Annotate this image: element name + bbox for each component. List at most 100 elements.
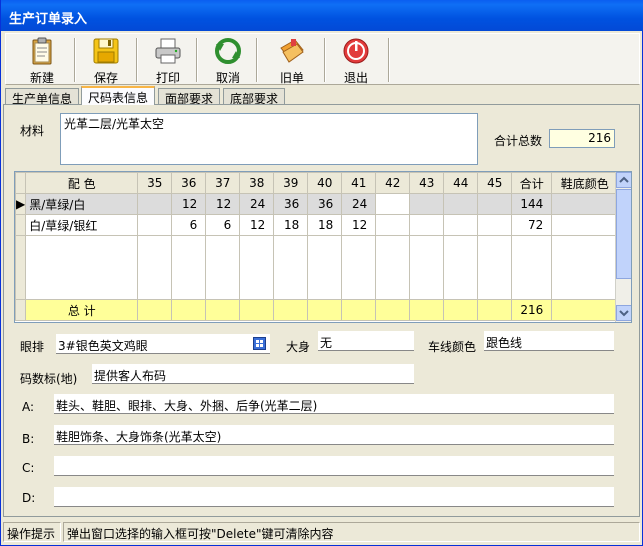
scroll-up-button[interactable]	[616, 172, 631, 188]
grand-total-field[interactable]: 216	[549, 129, 615, 148]
tab-sole-requirements[interactable]: 底部要求	[223, 88, 286, 106]
empty-cell	[443, 235, 479, 300]
thread-color-field[interactable]: 跟色线	[484, 331, 614, 351]
cell-size[interactable]	[477, 214, 513, 236]
order-entry-window: 生产订单录入 新建 保存 打印 取消 旧单 退出 生产单信息 尺码表信息 面部要…	[0, 0, 643, 546]
tab-label: 尺码表信息	[88, 91, 149, 105]
material-a-value: 鞋头、鞋胆、眼排、大身、外捆、后争(光革二层)	[56, 399, 318, 413]
cell-size[interactable]	[443, 214, 479, 236]
cell-size[interactable]	[409, 214, 445, 236]
cell-size[interactable]: 12	[205, 193, 241, 215]
grand-total-cell: 216	[511, 299, 553, 321]
cell-size[interactable]: 18	[273, 214, 309, 236]
size-grid[interactable]: 配 色 35 36 37 38 39 40 41 42 43 44 45 合计 …	[14, 171, 632, 323]
material-b-field[interactable]: 鞋胆饰条、大身饰条(光革太空)	[54, 425, 614, 445]
cell-size[interactable]: 12	[171, 193, 207, 215]
empty-cell	[551, 235, 619, 300]
cell-size[interactable]	[137, 214, 173, 236]
title-bar: 生产订单录入	[1, 0, 643, 31]
exit-button-label: 退出	[343, 71, 368, 85]
total-cell	[171, 299, 207, 321]
total-row: 总 计 216	[15, 299, 619, 321]
material-c-label: C:	[22, 461, 35, 475]
empty-cell	[273, 235, 309, 300]
body-field[interactable]: 无	[318, 331, 414, 351]
material-b-label: B:	[22, 432, 35, 446]
size-mark-value: 提供客人布码	[94, 369, 167, 383]
tab-upper-requirements[interactable]: 面部要求	[158, 88, 221, 106]
lookup-grid-icon	[256, 340, 263, 347]
new-button[interactable]: 新建	[14, 34, 70, 85]
total-cell	[205, 299, 241, 321]
print-button[interactable]: 打印	[140, 34, 196, 85]
cell-sole-color[interactable]	[551, 193, 619, 215]
old-order-button[interactable]: 旧单	[264, 34, 320, 85]
cell-color[interactable]: 白/草绿/银红	[25, 214, 139, 236]
total-cell	[443, 299, 479, 321]
thread-color-value: 跟色线	[486, 336, 523, 350]
col-header-40: 40	[307, 172, 343, 194]
tab-size-table[interactable]: 尺码表信息	[81, 86, 156, 105]
body-value: 无	[320, 336, 333, 350]
col-header-sole-color: 鞋底颜色	[551, 172, 619, 194]
cell-size[interactable]	[443, 193, 479, 215]
row-indicator	[15, 299, 27, 321]
eyelet-field[interactable]: 3#银色英文鸡眼	[56, 334, 270, 354]
material-input[interactable]: 光革二层/光革太空	[60, 113, 478, 165]
empty-row	[15, 235, 619, 300]
material-a-label: A:	[22, 400, 35, 414]
cell-size[interactable]: 36	[307, 193, 343, 215]
cell-sole-color[interactable]	[551, 214, 619, 236]
folder-old-order-icon	[280, 39, 304, 63]
tab-production-info[interactable]: 生产单信息	[5, 88, 80, 106]
total-cell	[307, 299, 343, 321]
tab-strip: 生产单信息 尺码表信息 面部要求 底部要求	[3, 86, 642, 106]
scroll-down-button[interactable]	[616, 305, 631, 321]
printer-icon	[155, 38, 181, 64]
cell-size[interactable]	[477, 193, 513, 215]
cell-size[interactable]: 6	[205, 214, 241, 236]
empty-cell	[375, 235, 411, 300]
table-row[interactable]: 白/草绿/银红 6 6 12 18 18 12 72	[15, 214, 619, 236]
material-d-field[interactable]	[54, 487, 614, 507]
size-mark-field[interactable]: 提供客人布码	[92, 364, 414, 384]
cancel-button[interactable]: 取消	[200, 34, 256, 85]
col-header-44: 44	[443, 172, 479, 194]
grid-header-row: 配 色 35 36 37 38 39 40 41 42 43 44 45 合计 …	[15, 172, 619, 194]
col-header-36: 36	[171, 172, 207, 194]
empty-cell	[409, 235, 445, 300]
eyelet-lookup-button[interactable]	[253, 337, 266, 350]
col-header-color: 配 色	[25, 172, 139, 194]
material-c-field[interactable]	[54, 456, 614, 476]
cell-size[interactable]: 18	[307, 214, 343, 236]
cell-size[interactable]	[137, 193, 173, 215]
cell-size[interactable]	[409, 193, 445, 215]
empty-cell	[477, 235, 513, 300]
total-cell	[477, 299, 513, 321]
total-cell	[273, 299, 309, 321]
cell-size[interactable]: 24	[239, 193, 275, 215]
cell-size[interactable]: 36	[273, 193, 309, 215]
cell-color[interactable]: 黑/草绿/白	[25, 193, 139, 215]
new-button-label: 新建	[29, 71, 54, 85]
exit-button[interactable]: 退出	[328, 34, 384, 85]
save-button[interactable]: 保存	[78, 34, 134, 85]
cell-size[interactable]: 6	[171, 214, 207, 236]
cell-size[interactable]: 24	[341, 193, 377, 215]
size-table-panel: 材料 光革二层/光革太空 合计总数 216 配 色 35 36 37 38 39…	[3, 104, 640, 517]
cell-size[interactable]	[375, 214, 411, 236]
thread-color-label: 车线颜色	[428, 340, 477, 354]
cell-size[interactable]	[375, 193, 411, 215]
toolbar: 新建 保存 打印 取消 旧单 退出	[5, 33, 640, 85]
table-row[interactable]: ▶ 黑/草绿/白 12 12 24 36 36 24 144	[15, 193, 619, 215]
cell-size[interactable]: 12	[341, 214, 377, 236]
toolbar-separator	[388, 38, 390, 82]
material-a-field[interactable]: 鞋头、鞋胆、眼排、大身、外捆、后争(光革二层)	[54, 394, 614, 414]
cell-size[interactable]: 12	[239, 214, 275, 236]
grid-vertical-scrollbar[interactable]	[615, 172, 631, 322]
toolbar-separator	[196, 38, 198, 82]
scroll-thumb[interactable]	[616, 189, 631, 279]
current-row-pointer-icon: ▶	[15, 193, 27, 215]
chevron-up-icon	[619, 176, 629, 183]
col-header-39: 39	[273, 172, 309, 194]
